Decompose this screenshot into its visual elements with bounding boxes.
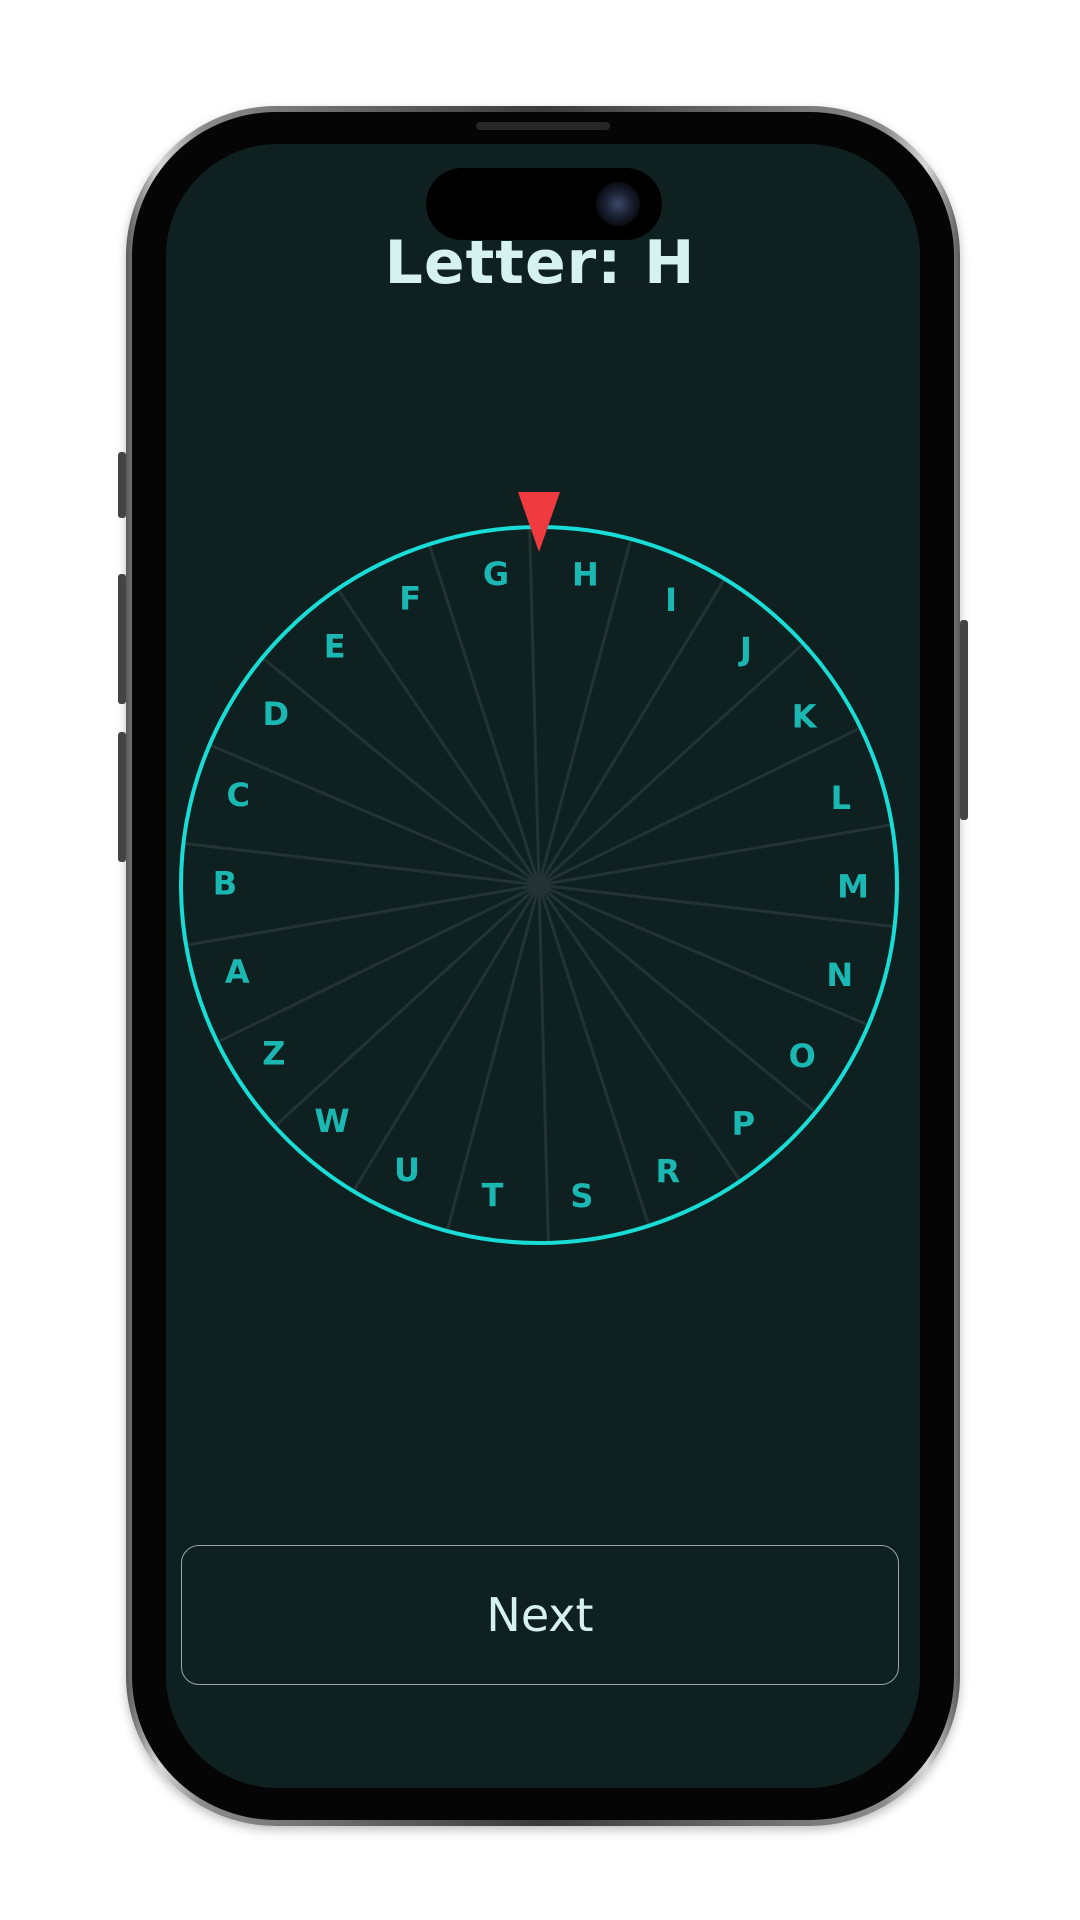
wheel-spoke [537,884,550,1241]
wheel-spokes [185,529,893,1241]
wheel-spoke [187,883,540,947]
wheel-spoke [428,545,541,886]
wheel-letter-a[interactable]: A [225,953,250,991]
wheel-spoke [185,842,540,887]
wheel-letter-d[interactable]: D [263,695,290,733]
wheel-letter-j[interactable]: J [738,630,752,668]
wheel-letter-u[interactable]: U [394,1151,420,1189]
wheel-letter-g[interactable]: G [483,555,509,593]
wheel-spoke [528,529,541,886]
wheel-spoke [537,884,650,1225]
wheel-letter-m[interactable]: M [837,868,869,906]
wheel-letter-e[interactable]: E [324,628,346,666]
wheel-letter-w[interactable]: W [314,1102,349,1140]
wheel-letter-z[interactable]: Z [262,1034,285,1072]
wheel-letter-r[interactable]: R [656,1152,681,1190]
wheel-letter-f[interactable]: F [399,580,421,618]
wheel-letter-b[interactable]: B [213,864,237,902]
wheel-letter-n[interactable]: N [826,956,853,994]
wheel-letter-l[interactable]: L [831,779,851,817]
wheel-letter-h[interactable]: H [572,555,599,593]
wheel-letter-i[interactable]: I [665,581,677,619]
wheel-spoke [537,643,803,887]
wheel-letter-p[interactable]: P [732,1104,755,1142]
wheel-spoke [275,883,541,1127]
wheel-letter-k[interactable]: K [792,698,818,736]
next-button[interactable]: Next [181,1545,899,1685]
wheel-letter-t[interactable]: T [482,1177,504,1215]
wheel-letter-s[interactable]: S [570,1177,593,1215]
wheel-letter-c[interactable]: C [226,776,249,814]
wheel-spoke [262,657,540,887]
wheel-spoke [538,883,816,1113]
wheel-letter-o[interactable]: O [789,1037,816,1075]
selection-pointer-icon [518,492,560,552]
